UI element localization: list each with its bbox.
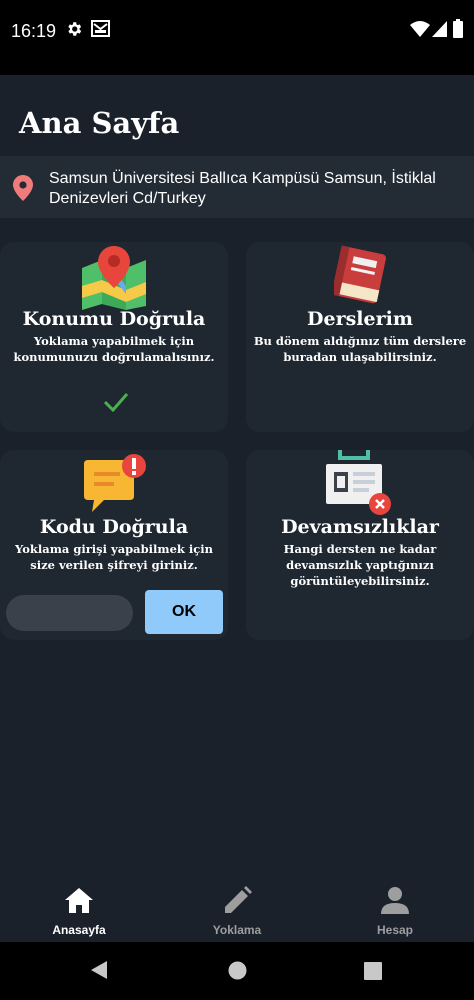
location-pin-icon [13,175,33,206]
nav-label-anasayfa: Anasayfa [52,923,106,937]
signal-icon [432,21,447,42]
home-icon [64,886,94,919]
nav-item-anasayfa[interactable]: Anasayfa [0,880,158,942]
settings-icon [65,20,83,43]
courses-title: Derslerim [307,308,413,330]
nav-item-hesap[interactable]: Hesap [316,880,474,942]
absences-description: Hangi dersten ne kadar devamsızlık yaptı… [283,542,437,588]
message-alert-icon [80,452,150,519]
nav-label-yoklama: Yoklama [212,923,262,937]
verify-location-title: Konumu Doğrula [22,308,206,330]
ok-button[interactable]: OK [145,590,223,634]
status-time: 16:19 [11,21,57,41]
battery-icon [453,19,463,43]
check-icon [103,392,129,417]
status-bar: 16:19 [0,0,474,75]
nav-item-yoklama[interactable]: Yoklama [158,880,316,942]
map-pin-icon [80,246,148,315]
page-title: Ana Sayfa [19,106,180,140]
location-address: Samsun Üniversitesi Ballıca Kampüsü Sams… [49,170,436,207]
verify-location-card[interactable]: Konumu Doğrula Yoklama yapabilmek için k… [0,242,228,432]
nav-label-hesap: Hesap [376,923,414,937]
bottom-nav: Anasayfa Yoklama Hesap [0,880,474,942]
person-icon [381,886,409,919]
wifi-icon [410,21,430,42]
absences-card[interactable]: Devamsızlıklar Hangi dersten ne kadar de… [246,450,474,640]
verify-code-description: Yoklama girişi yapabilmek için size veri… [15,542,213,572]
absences-title: Devamsızlıklar [281,516,439,538]
id-card-icon [326,450,394,521]
home-button-icon[interactable] [228,961,247,985]
system-nav-bar [0,942,474,1000]
courses-card[interactable]: Derslerim Bu dönem aldığınız tüm dersler… [246,242,474,432]
verify-code-title: Kodu Doğrula [39,516,189,538]
code-input[interactable] [6,595,133,631]
recents-icon[interactable] [364,962,382,985]
book-icon [326,242,394,313]
pencil-icon [222,886,252,921]
mail-icon [91,20,110,42]
back-icon[interactable] [89,959,109,986]
courses-description: Bu dönem aldığınız tüm derslere buradan … [253,334,467,364]
verify-location-description: Yoklama yapabilmek için konumunuzu doğru… [13,334,215,364]
